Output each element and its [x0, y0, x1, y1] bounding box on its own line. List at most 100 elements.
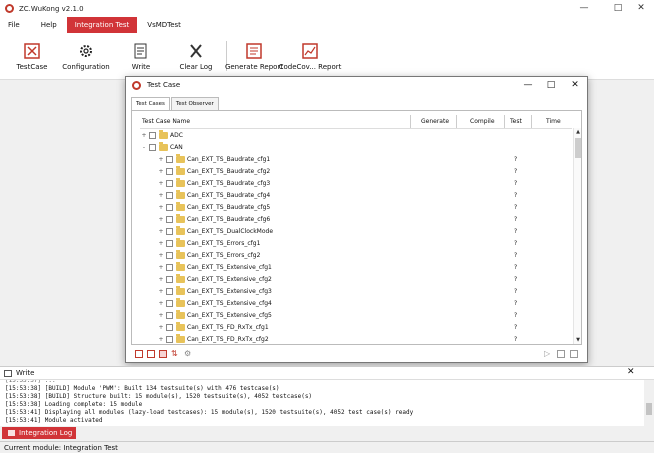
expand-icon[interactable]: + — [158, 265, 164, 271]
row-checkbox[interactable] — [166, 324, 173, 331]
menu-integration-test[interactable]: Integration Test — [66, 17, 138, 33]
dialog-minimize-icon[interactable]: — — [516, 77, 540, 93]
collapse-icon[interactable]: - — [141, 145, 147, 151]
tree-row[interactable]: + Can_EXT_TS_FD_RxTx_cfg2? — [132, 334, 572, 344]
row-checkbox[interactable] — [166, 156, 173, 163]
expand-icon[interactable]: + — [158, 229, 164, 235]
expand-icon[interactable]: + — [158, 217, 164, 223]
expand-icon[interactable]: + — [158, 181, 164, 187]
row-checkbox[interactable] — [166, 216, 173, 223]
expand-icon[interactable]: + — [141, 133, 147, 139]
row-checkbox[interactable] — [149, 132, 156, 139]
column-header-name[interactable]: Test Case Name — [142, 116, 190, 127]
dialog-title-bar[interactable]: Test Case — □ ✕ — [126, 77, 587, 93]
menu-help[interactable]: Help — [27, 17, 64, 33]
column-header-test[interactable]: Test — [510, 116, 522, 127]
expand-icon[interactable]: + — [158, 301, 164, 307]
row-checkbox[interactable] — [166, 192, 173, 199]
tree-row-label: Can_EXT_TS_Baudrate_cfg4 — [187, 192, 271, 199]
tree-row[interactable]: + Can_EXT_TS_Baudrate_cfg5? — [132, 202, 572, 214]
tree-scrollbar[interactable]: ▲ ▼ — [573, 128, 581, 344]
collapse-all-icon[interactable] — [147, 350, 155, 358]
select-all-icon[interactable] — [159, 350, 167, 358]
expand-icon[interactable]: + — [158, 169, 164, 175]
scroll-thumb[interactable] — [575, 138, 581, 158]
scroll-up-icon[interactable]: ▲ — [574, 128, 581, 136]
tree-row[interactable]: + Can_EXT_TS_Extensive_cfg4? — [132, 298, 572, 310]
row-checkbox[interactable] — [166, 288, 173, 295]
expand-icon[interactable]: + — [158, 253, 164, 259]
tree-row[interactable]: + Can_EXT_TS_Extensive_cfg1? — [132, 262, 572, 274]
log-output[interactable]: [15:53:37] ... [15:53:38] [BUILD] Module… — [0, 379, 654, 426]
close-icon[interactable]: ✕ — [628, 0, 654, 17]
row-checkbox[interactable] — [166, 228, 173, 235]
clear-log-icon — [190, 44, 202, 58]
write-panel-close-icon[interactable]: ✕ — [627, 367, 635, 377]
row-checkbox[interactable] — [166, 240, 173, 247]
expand-icon[interactable]: + — [158, 325, 164, 331]
gear-icon — [80, 45, 92, 57]
tab-test-observer[interactable]: Test Observer — [170, 97, 219, 110]
tree-row[interactable]: + Can_EXT_TS_DualClockMode? — [132, 226, 572, 238]
tree-row[interactable]: + Can_EXT_TS_Baudrate_cfg6? — [132, 214, 572, 226]
row-checkbox[interactable] — [166, 180, 173, 187]
column-header-time[interactable]: Time — [546, 116, 561, 127]
expand-icon[interactable]: + — [158, 337, 164, 343]
tree-row[interactable]: + Can_EXT_TS_Errors_cfg1? — [132, 238, 572, 250]
column-header-compile[interactable]: Compile — [470, 116, 495, 127]
clear-log-button[interactable]: Clear Log — [171, 33, 221, 79]
expand-icon[interactable]: + — [158, 289, 164, 295]
tree-row[interactable]: + Can_EXT_TS_Baudrate_cfg4? — [132, 190, 572, 202]
tree-row[interactable]: + Can_EXT_TS_Baudrate_cfg3? — [132, 178, 572, 190]
write-button[interactable]: Write — [116, 33, 166, 79]
tree-row[interactable]: + Can_EXT_TS_Baudrate_cfg2? — [132, 166, 572, 178]
expand-icon[interactable]: + — [158, 205, 164, 211]
row-checkbox[interactable] — [166, 252, 173, 259]
tree-row[interactable]: + Can_EXT_TS_Errors_cfg2? — [132, 250, 572, 262]
pause-icon[interactable] — [557, 350, 565, 358]
generate-report-button[interactable]: Generate Report — [225, 33, 283, 79]
expand-icon[interactable]: + — [158, 313, 164, 319]
row-checkbox[interactable] — [166, 264, 173, 271]
dialog-close-icon[interactable]: ✕ — [563, 77, 587, 93]
row-checkbox[interactable] — [166, 168, 173, 175]
minimize-icon[interactable]: — — [571, 0, 597, 17]
tree-row[interactable]: + Can_EXT_TS_Extensive_cfg5? — [132, 310, 572, 322]
expand-icon[interactable]: + — [158, 277, 164, 283]
row-checkbox[interactable] — [166, 336, 173, 343]
expand-icon[interactable]: + — [158, 241, 164, 247]
run-icon[interactable]: ▷ — [544, 350, 552, 358]
settings-small-icon[interactable]: ⚙ — [184, 350, 192, 358]
tree-row[interactable]: + Can_EXT_TS_FD_RxTx_cfg1? — [132, 322, 572, 334]
menu-vsmdtest[interactable]: VsMDTest — [140, 17, 188, 33]
menu-file[interactable]: File — [0, 17, 27, 33]
column-header-generate[interactable]: Generate — [421, 116, 449, 127]
expand-icon[interactable]: + — [158, 193, 164, 199]
scroll-down-icon[interactable]: ▼ — [574, 336, 581, 344]
stop-icon[interactable] — [570, 350, 578, 358]
tree-row[interactable]: + ADC — [132, 130, 572, 142]
tree-row[interactable]: - CAN — [132, 142, 572, 154]
folder-icon — [159, 142, 168, 151]
testcase-button[interactable]: TestCase — [7, 33, 57, 79]
integration-log-tab[interactable]: Integration Log — [2, 427, 76, 439]
tree-row[interactable]: + Can_EXT_TS_Baudrate_cfg1? — [132, 154, 572, 166]
row-checkbox[interactable] — [166, 300, 173, 307]
row-checkbox[interactable] — [166, 204, 173, 211]
row-checkbox[interactable] — [166, 276, 173, 283]
row-checkbox[interactable] — [166, 312, 173, 319]
log-scroll-thumb[interactable] — [646, 403, 652, 415]
configuration-button[interactable]: Configuration — [61, 33, 111, 79]
tree-row[interactable]: + Can_EXT_TS_Extensive_cfg2? — [132, 274, 572, 286]
tree-row[interactable]: + Can_EXT_TS_Extensive_cfg3? — [132, 286, 572, 298]
swap-icon[interactable]: ⇅ — [171, 350, 179, 358]
expand-all-icon[interactable] — [135, 350, 143, 358]
row-checkbox[interactable] — [149, 144, 156, 151]
dialog-maximize-icon[interactable]: □ — [539, 77, 563, 93]
tree-row-label: Can_EXT_TS_Baudrate_cfg6 — [187, 216, 271, 223]
expand-icon[interactable]: + — [158, 157, 164, 163]
tab-test-cases[interactable]: Test Cases — [131, 97, 170, 110]
log-scrollbar[interactable] — [644, 380, 654, 426]
write-panel-title: Write — [16, 369, 35, 377]
codecov-report-button[interactable]: CodeCov... Report — [279, 33, 341, 79]
